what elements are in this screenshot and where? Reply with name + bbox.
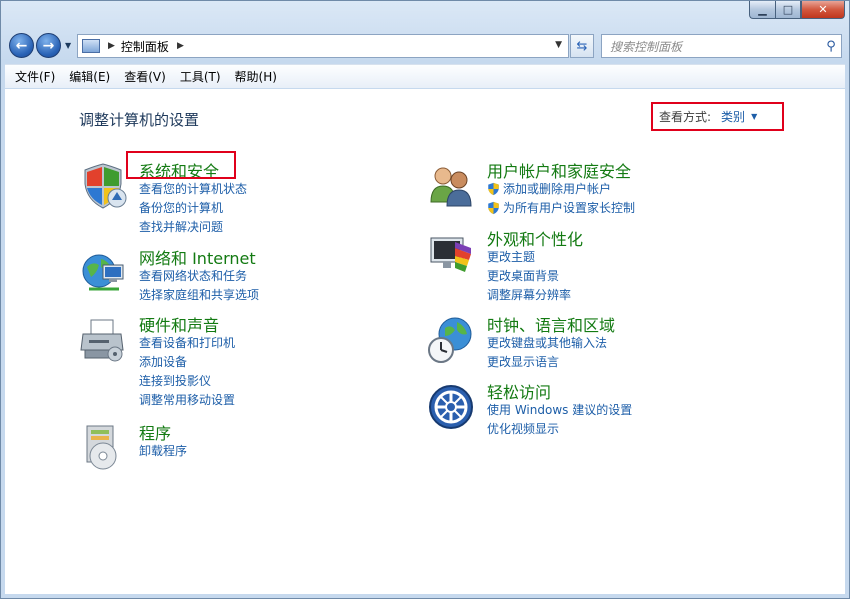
address-bar[interactable]: ▶ 控制面板 ▶ ▼ <box>77 34 569 58</box>
link-add-remove-users[interactable]: 添加或删除用户帐户 <box>487 179 635 198</box>
menu-file[interactable]: 文件(F) <box>15 68 55 85</box>
menu-tools[interactable]: 工具(T) <box>180 68 221 85</box>
address-dropdown-icon[interactable]: ▼ <box>555 40 562 50</box>
link-mobility-settings[interactable]: 调整常用移动设置 <box>139 390 235 409</box>
programs-disc-icon[interactable] <box>79 424 127 472</box>
appearance-monitor-icon[interactable] <box>427 230 475 278</box>
users-icon[interactable] <box>427 162 475 210</box>
recent-pages-dropdown-icon[interactable]: ▼ <box>65 41 71 50</box>
link-recommended-settings[interactable]: 使用 Windows 建议的设置 <box>487 400 632 419</box>
search-icon[interactable]: ⚲ <box>821 39 841 54</box>
menu-help[interactable]: 帮助(H) <box>235 68 277 85</box>
back-arrow-icon: ← <box>15 37 28 54</box>
ease-of-access-icon[interactable] <box>427 383 475 431</box>
link-view-computer-status[interactable]: 查看您的计算机状态 <box>139 179 247 198</box>
link-network-status[interactable]: 查看网络状态和任务 <box>139 266 259 285</box>
title-bar[interactable]: ▁ □ ✕ <box>1 1 849 27</box>
clock-globe-icon[interactable] <box>427 316 475 364</box>
menu-edit[interactable]: 编辑(E) <box>69 68 110 85</box>
highlight-system-security <box>126 151 236 179</box>
control-panel-window: ▁ □ ✕ ← → ▼ ▶ 控制面板 ▶ ▼ ⇆ 搜索控制面板 ⚲ 文件(F) <box>0 0 850 599</box>
page-title: 调整计算机的设置 <box>79 111 200 129</box>
view-by-value[interactable]: 类别 <box>721 108 745 125</box>
link-screen-resolution[interactable]: 调整屏幕分辨率 <box>487 285 571 304</box>
security-shield-icon[interactable] <box>79 162 127 210</box>
main-content: 调整计算机的设置 查看方式: 类别 ▼ 系统和安全 查看您的计算机状态 备份您的… <box>5 89 845 594</box>
search-input[interactable]: 搜索控制面板 <box>602 38 821 55</box>
menu-view[interactable]: 查看(V) <box>124 68 166 85</box>
maximize-button[interactable]: □ <box>775 1 801 19</box>
chevron-down-icon[interactable]: ▼ <box>751 112 757 121</box>
link-change-keyboard[interactable]: 更改键盘或其他输入法 <box>487 333 607 352</box>
view-by-selector[interactable]: 查看方式: 类别 ▼ <box>651 102 784 131</box>
link-homegroup-sharing[interactable]: 选择家庭组和共享选项 <box>139 285 259 304</box>
breadcrumb-chevron-icon[interactable]: ▶ <box>177 41 184 51</box>
breadcrumb-control-panel[interactable]: 控制面板 <box>121 38 169 55</box>
link-change-theme[interactable]: 更改主题 <box>487 247 571 266</box>
breadcrumb-chevron-icon[interactable]: ▶ <box>108 41 115 51</box>
navigation-bar: ← → ▼ ▶ 控制面板 ▶ ▼ ⇆ 搜索控制面板 ⚲ <box>1 31 849 61</box>
link-uninstall-program[interactable]: 卸载程序 <box>139 441 187 460</box>
link-desktop-background[interactable]: 更改桌面背景 <box>487 266 571 285</box>
link-add-device[interactable]: 添加设备 <box>139 352 235 371</box>
control-panel-icon <box>82 39 100 53</box>
link-optimize-display[interactable]: 优化视频显示 <box>487 419 632 438</box>
link-parental-controls[interactable]: 为所有用户设置家长控制 <box>487 198 635 217</box>
link-display-language[interactable]: 更改显示语言 <box>487 352 607 371</box>
menu-bar: 文件(F) 编辑(E) 查看(V) 工具(T) 帮助(H) <box>5 64 845 88</box>
view-by-label: 查看方式: <box>659 110 712 124</box>
link-troubleshoot[interactable]: 查找并解决问题 <box>139 217 247 236</box>
forward-arrow-icon: → <box>42 37 55 54</box>
link-devices-printers[interactable]: 查看设备和打印机 <box>139 333 235 352</box>
window-controls: ▁ □ ✕ <box>749 1 845 19</box>
network-globe-icon[interactable] <box>79 249 127 297</box>
back-button[interactable]: ← <box>9 33 34 58</box>
uac-shield-icon <box>488 182 499 195</box>
refresh-button[interactable]: ⇆ <box>570 34 594 58</box>
forward-button[interactable]: → <box>36 33 61 58</box>
search-box[interactable]: 搜索控制面板 ⚲ <box>601 34 842 58</box>
uac-shield-icon <box>488 201 499 214</box>
printer-icon[interactable] <box>79 316 127 364</box>
close-button[interactable]: ✕ <box>801 1 845 19</box>
link-connect-projector[interactable]: 连接到投影仪 <box>139 371 235 390</box>
link-add-remove-users-label[interactable]: 添加或删除用户帐户 <box>503 180 611 197</box>
link-parental-controls-label[interactable]: 为所有用户设置家长控制 <box>503 199 635 216</box>
link-backup-computer[interactable]: 备份您的计算机 <box>139 198 247 217</box>
minimize-button[interactable]: ▁ <box>749 1 775 19</box>
refresh-icon: ⇆ <box>576 38 588 54</box>
